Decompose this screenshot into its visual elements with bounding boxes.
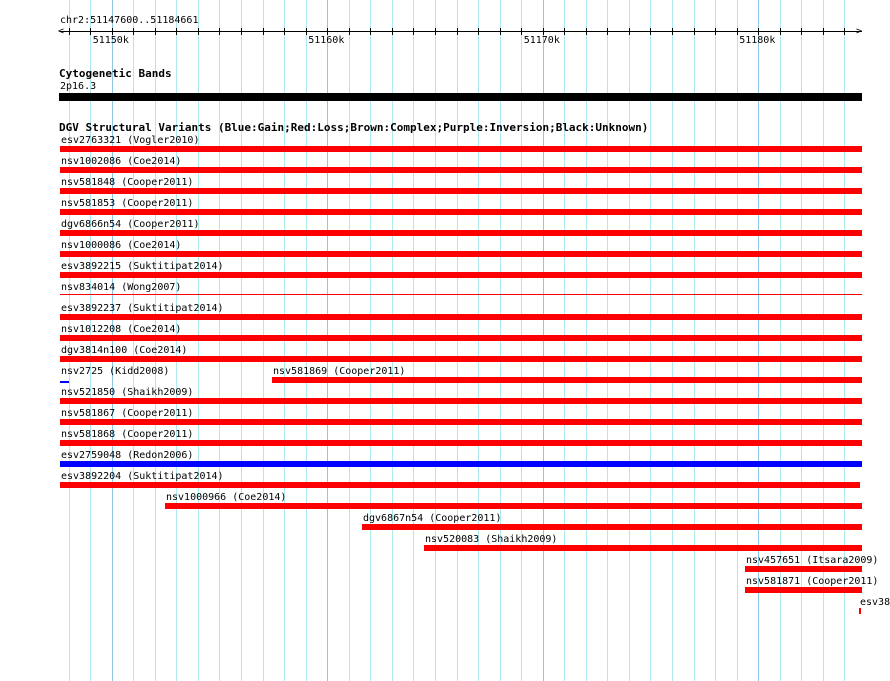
scroll-right-arrow-icon[interactable]: >: [856, 26, 862, 37]
variant-label[interactable]: esv2759048 (Redon2006): [61, 450, 193, 461]
variant-bar-loss[interactable]: [424, 545, 862, 551]
variant-bar-loss[interactable]: [60, 398, 862, 404]
ruler-tick: [780, 28, 781, 35]
ruler-axis[interactable]: [60, 31, 862, 32]
variant-label[interactable]: esv3892237 (Suktitipat2014): [61, 303, 224, 314]
ruler-tick: [306, 28, 307, 35]
cyto-band-label: 2p16.3: [60, 81, 97, 92]
variant-label[interactable]: esv2763321 (Vogler2010): [61, 135, 199, 146]
variant-bar-loss[interactable]: [60, 294, 862, 295]
ruler-tick: [241, 28, 242, 35]
variant-bar-loss[interactable]: [60, 188, 862, 194]
ruler-tick: [176, 28, 177, 35]
variant-bar-loss[interactable]: [60, 482, 860, 488]
variant-bar-loss[interactable]: [362, 524, 862, 530]
ruler-tick: [155, 28, 156, 35]
ruler-tick: [844, 28, 845, 35]
ruler-tick: [586, 28, 587, 35]
genome-browser-panel: chr2:51147600..51184661 < > 51150k51160k…: [0, 0, 890, 681]
ruler-tick: [823, 28, 824, 35]
location-label: chr2:51147600..51184661: [60, 15, 199, 26]
ruler-tick: [737, 28, 738, 35]
ruler-tick: [694, 28, 695, 35]
ruler-tick-label: 51150k: [92, 35, 129, 46]
ruler-tick: [564, 28, 565, 35]
ruler-tick-label: 51160k: [308, 35, 345, 46]
ruler-tick: [607, 28, 608, 35]
ruler-tick: [758, 28, 759, 35]
cyto-track-title: Cytogenetic Bands: [59, 67, 172, 80]
ruler-tick: [478, 28, 479, 35]
cyto-band-bar[interactable]: [59, 93, 862, 101]
ruler-tick: [112, 28, 113, 35]
ruler-tick: [629, 28, 630, 35]
ruler-tick: [349, 28, 350, 35]
variant-bar-loss[interactable]: [60, 209, 862, 215]
variant-bar-loss[interactable]: [165, 503, 862, 509]
variant-label[interactable]: nsv581868 (Cooper2011): [61, 429, 193, 440]
variant-label[interactable]: dgv6866n54 (Cooper2011): [61, 219, 199, 230]
variant-bar-loss[interactable]: [60, 272, 862, 278]
ruler-tick: [370, 28, 371, 35]
variant-label[interactable]: nsv581869 (Cooper2011): [273, 366, 405, 377]
ruler-tick: [90, 28, 91, 35]
variant-bar-loss[interactable]: [60, 419, 862, 425]
variant-label[interactable]: esv3892215 (Suktitipat2014): [61, 261, 224, 272]
ruler-tick: [284, 28, 285, 35]
variant-bar-loss[interactable]: [60, 440, 862, 446]
ruler-tick: [413, 28, 414, 35]
variant-bar-loss[interactable]: [745, 566, 862, 572]
ruler-tick: [198, 28, 199, 35]
variant-label[interactable]: nsv581848 (Cooper2011): [61, 177, 193, 188]
ruler-tick: [392, 28, 393, 35]
ruler-tick: [133, 28, 134, 35]
variant-label[interactable]: nsv521850 (Shaikh2009): [61, 387, 193, 398]
variant-bar-loss[interactable]: [60, 251, 862, 257]
variant-label[interactable]: nsv1000086 (Coe2014): [61, 240, 181, 251]
variant-label[interactable]: nsv1000966 (Coe2014): [166, 492, 286, 503]
variant-bar-loss[interactable]: [60, 314, 862, 320]
ruler-tick: [219, 28, 220, 35]
variant-label[interactable]: esv3892204 (Suktitipat2014): [61, 471, 224, 482]
ruler-tick: [457, 28, 458, 35]
ruler-tick: [500, 28, 501, 35]
variant-label[interactable]: dgv6867n54 (Cooper2011): [363, 513, 501, 524]
variant-bar-loss[interactable]: [60, 167, 862, 173]
variant-label[interactable]: nsv1002086 (Coe2014): [61, 156, 181, 167]
variant-label[interactable]: nsv581853 (Cooper2011): [61, 198, 193, 209]
ruler-tick-label: 51170k: [523, 35, 560, 46]
ruler-tick: [715, 28, 716, 35]
ruler-tick: [672, 28, 673, 35]
variant-label[interactable]: nsv834014 (Wong2007): [61, 282, 181, 293]
ruler-tick-label: 51180k: [739, 35, 776, 46]
variant-bar-gain[interactable]: [60, 381, 69, 383]
ruler-tick: [435, 28, 436, 35]
variant-bar-loss[interactable]: [745, 587, 862, 593]
variant-label[interactable]: dgv3814n100 (Coe2014): [61, 345, 187, 356]
variant-label[interactable]: esv38: [860, 597, 890, 608]
variant-label[interactable]: nsv581867 (Cooper2011): [61, 408, 193, 419]
variant-bar-gain[interactable]: [60, 461, 862, 467]
ruler-tick: [801, 28, 802, 35]
variant-bar-loss[interactable]: [272, 377, 862, 383]
variant-label[interactable]: nsv1012208 (Coe2014): [61, 324, 181, 335]
variant-label[interactable]: nsv457651 (Itsara2009): [746, 555, 878, 566]
dgv-track-title: DGV Structural Variants (Blue:Gain;Red:L…: [59, 121, 649, 134]
ruler-tick: [543, 28, 544, 35]
variant-bar-loss[interactable]: [859, 608, 861, 614]
variant-bar-loss[interactable]: [60, 356, 862, 362]
ruler-tick: [263, 28, 264, 35]
variant-bar-loss[interactable]: [60, 335, 862, 341]
ruler-tick: [327, 28, 328, 35]
variant-bar-loss[interactable]: [60, 146, 862, 152]
variant-label[interactable]: nsv2725 (Kidd2008): [61, 366, 169, 377]
variant-label[interactable]: nsv520083 (Shaikh2009): [425, 534, 557, 545]
ruler-tick: [69, 28, 70, 35]
ruler-tick: [650, 28, 651, 35]
ruler-tick: [521, 28, 522, 35]
variant-bar-loss[interactable]: [60, 230, 862, 236]
variant-label[interactable]: nsv581871 (Cooper2011): [746, 576, 878, 587]
